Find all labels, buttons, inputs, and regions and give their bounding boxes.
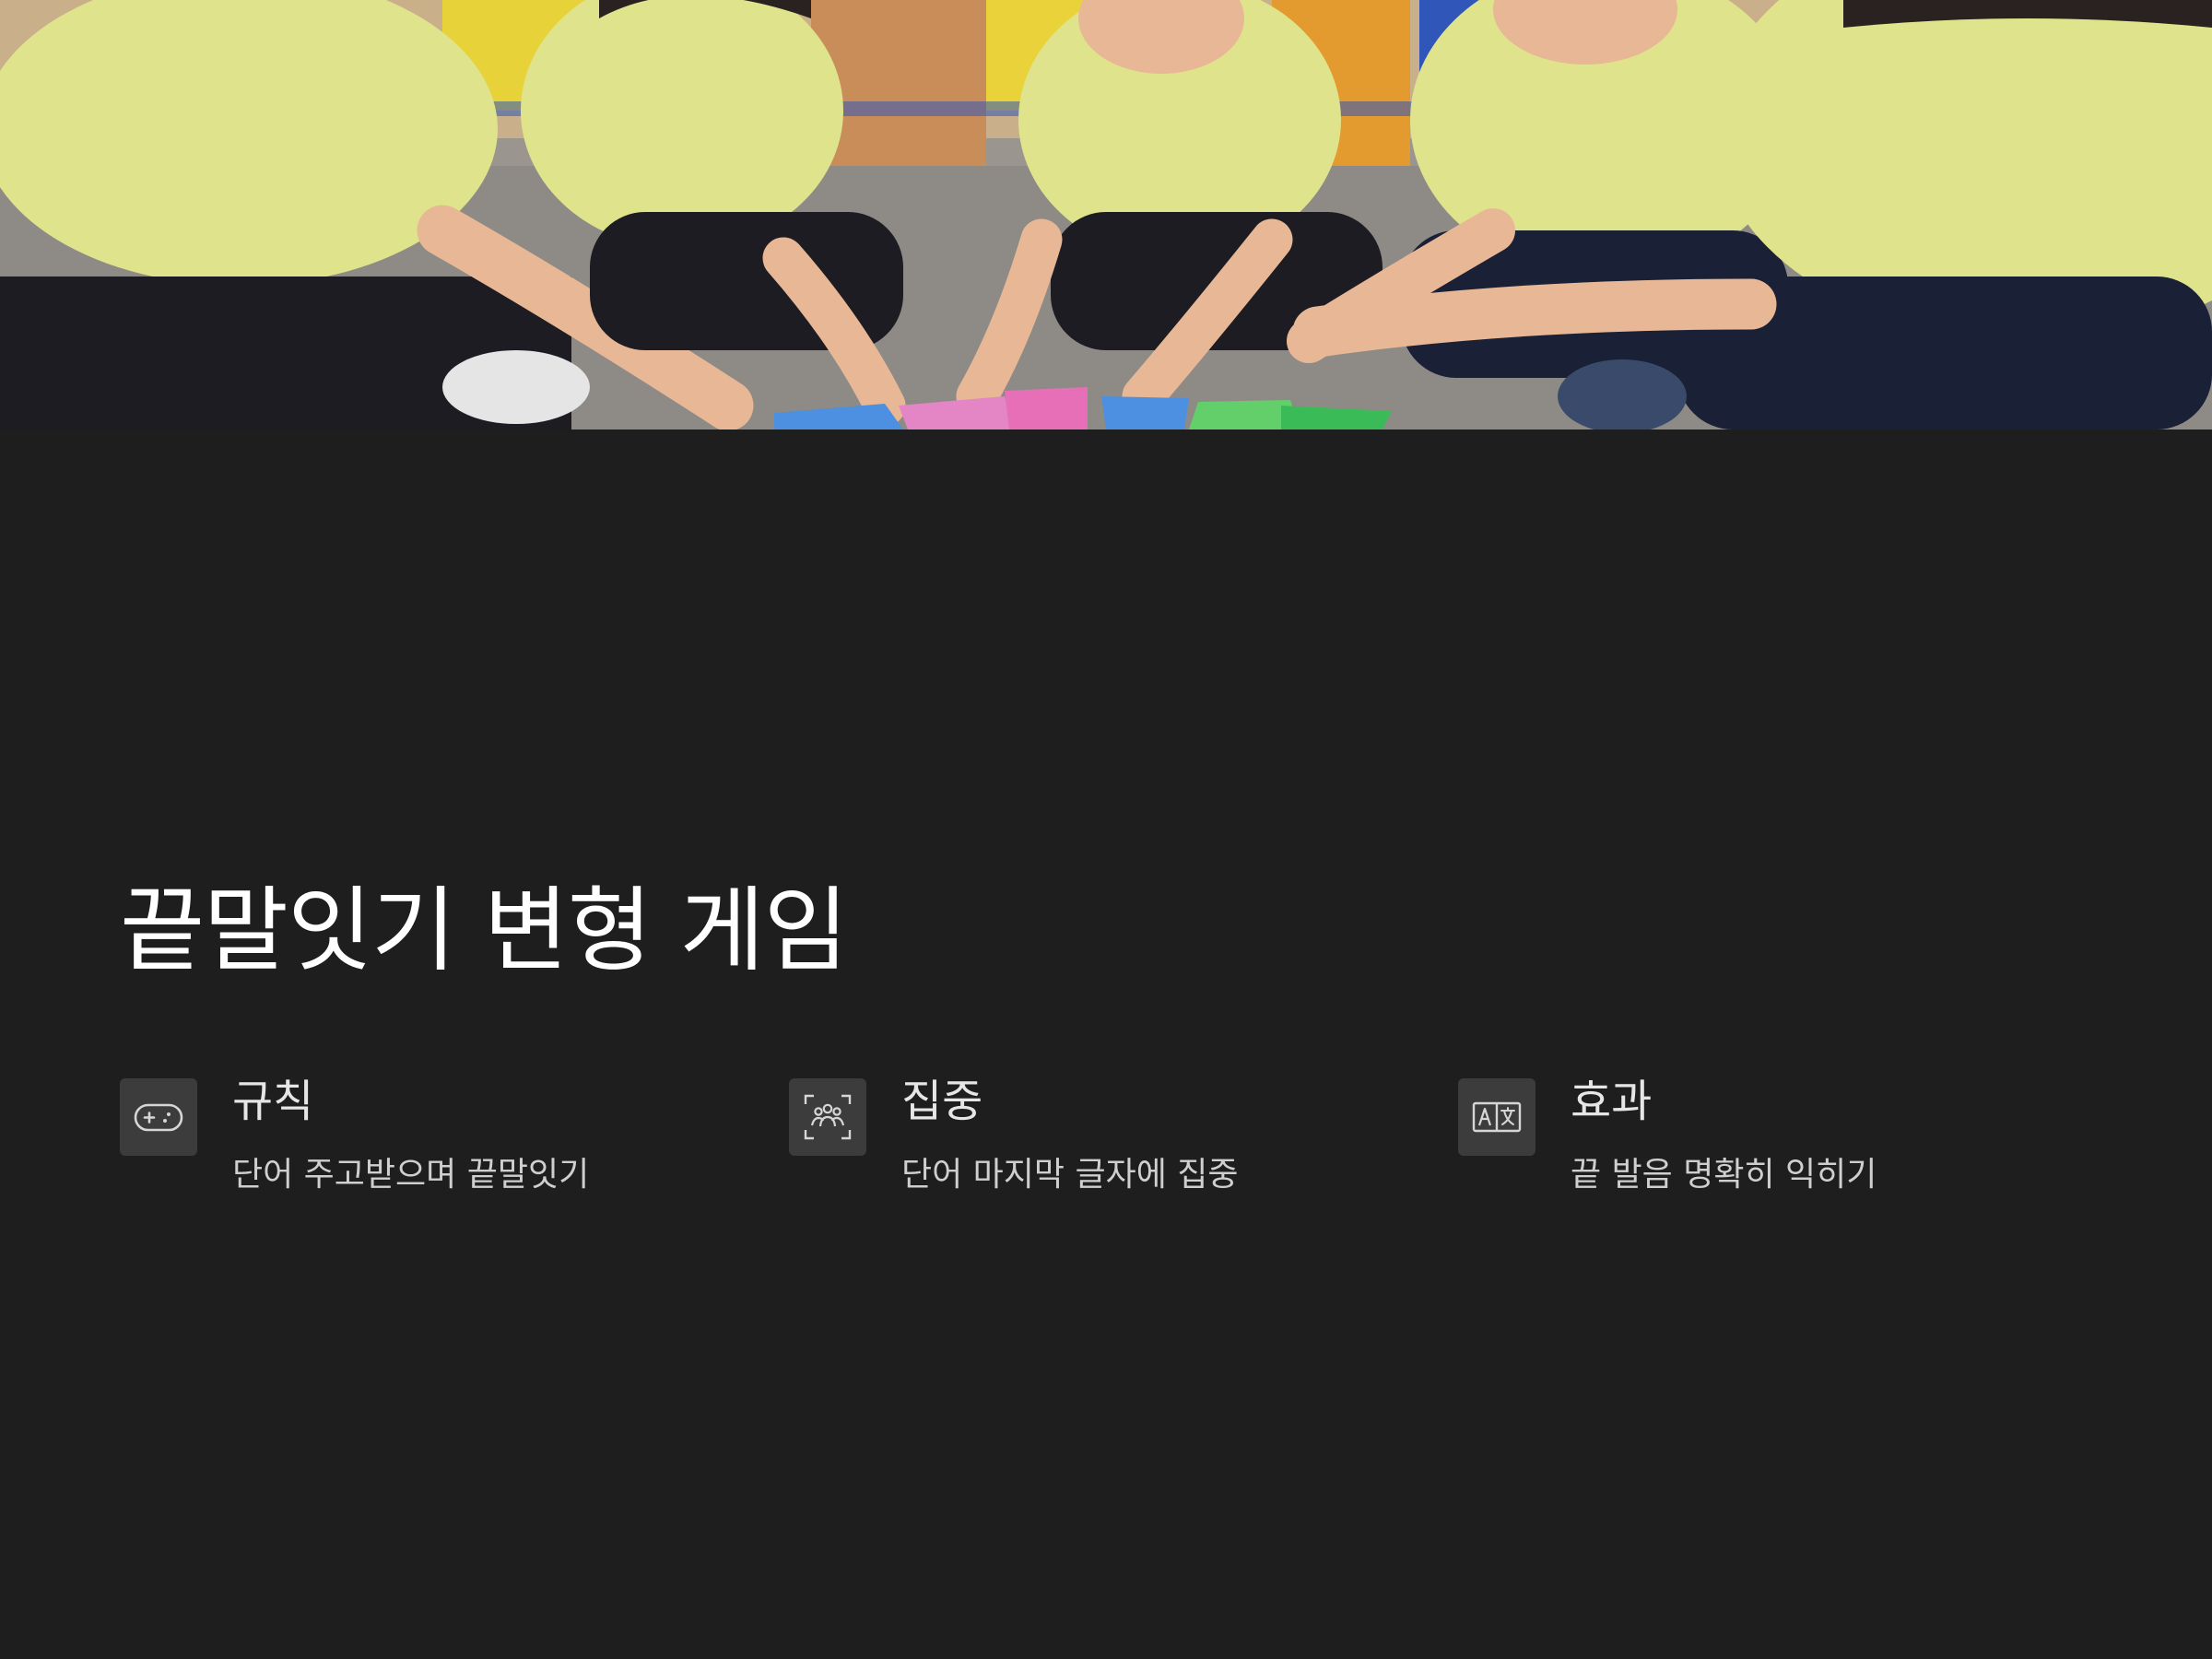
children-playing-cards-illustration: [0, 0, 2212, 429]
feature-effect: 효과 끝 발음 명확히 익히기: [1458, 1076, 2085, 1226]
feature-focus: 집중 단어 마지막 글자에 집중: [789, 1076, 1416, 1226]
feature-description: 단어 마지막 글자에 집중: [901, 1156, 1239, 1194]
translate-icon: [1458, 1078, 1535, 1156]
slide: 끝말잇기 변형 게임 규칙 단어 주고받으며 끝말잇기 집중 단어 마지막 글자…: [0, 0, 2212, 1659]
feature-title: 효과: [1571, 1076, 1653, 1127]
feature-title: 집중: [901, 1076, 983, 1127]
feature-description: 끝 발음 명확히 익히기: [1571, 1156, 1877, 1194]
gamepad-icon: [120, 1078, 197, 1156]
group-focus-icon: [789, 1078, 866, 1156]
page-title: 끝말잇기 변형 게임: [120, 877, 849, 984]
feature-title: 규칙: [232, 1076, 314, 1127]
hero-photo: [0, 0, 2212, 429]
feature-list: 규칙 단어 주고받으며 끝말잇기 집중 단어 마지막 글자에 집중 효과 끝 발…: [120, 1076, 2147, 1226]
feature-description: 단어 주고받으며 끝말잇기: [232, 1156, 590, 1194]
feature-rules: 규칙 단어 주고받으며 끝말잇기: [120, 1076, 747, 1226]
